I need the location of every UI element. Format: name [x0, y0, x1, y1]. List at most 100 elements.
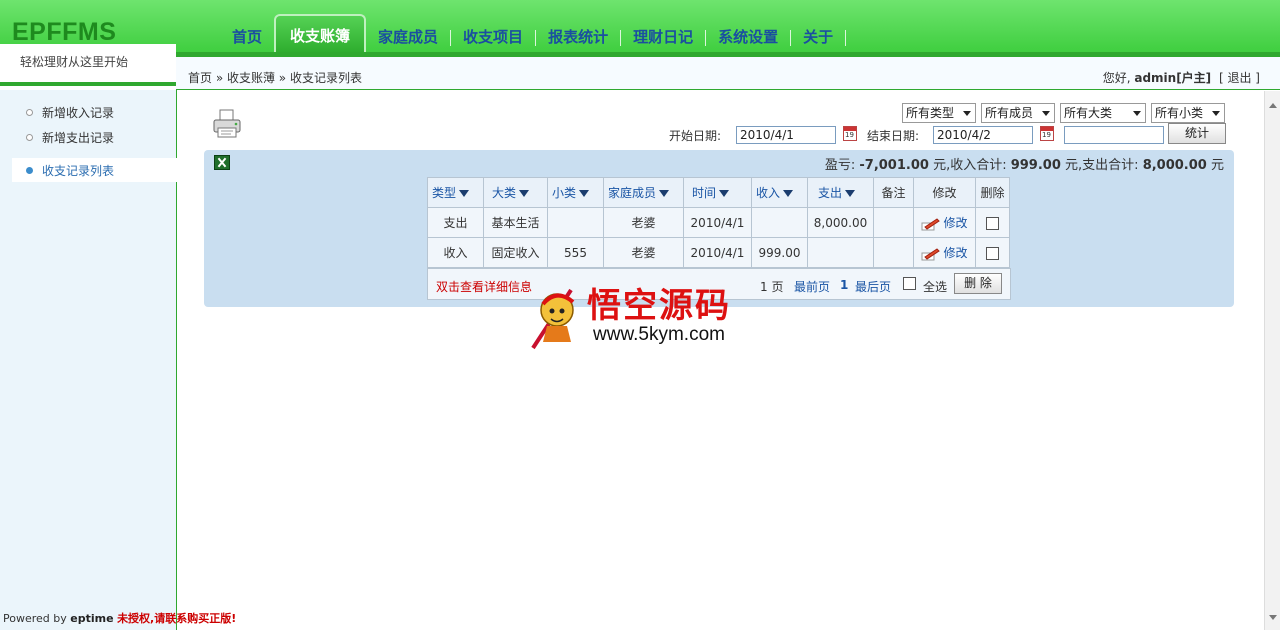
cell-subcategory	[547, 207, 604, 238]
sort-icon	[845, 190, 856, 197]
pager-last[interactable]: 最后页	[855, 278, 891, 295]
footer: Powered by eptime 未授权,请联系购买正版!	[3, 610, 236, 626]
greeting: 您好,	[1102, 71, 1131, 85]
cell-note	[873, 237, 914, 268]
pager-current[interactable]: 1	[840, 278, 848, 292]
calendar-icon-num: 19	[1042, 131, 1051, 139]
watermark-url: www.5kym.com	[593, 324, 725, 345]
sidebar-item-new-income[interactable]: 新增收入记录	[26, 104, 114, 121]
category-select[interactable]: 所有大类	[1060, 103, 1146, 123]
subcategory-select-value: 所有小类	[1155, 106, 1204, 120]
cell-edit: 修改	[913, 207, 976, 238]
keyword-input[interactable]	[1064, 126, 1164, 144]
profit-label: 盈亏:	[824, 158, 856, 173]
table-row[interactable]: 收入 固定收入 555 老婆 2010/4/1 999.00 修改	[427, 237, 1010, 268]
footer-warning: 未授权,请联系购买正版!	[117, 612, 237, 625]
member-select[interactable]: 所有成员	[981, 103, 1055, 123]
col-label: 家庭成员	[608, 186, 657, 200]
nav-reports[interactable]: 报表统计	[536, 18, 620, 56]
chevron-down-icon	[1133, 111, 1141, 116]
watermark-title: 悟空源码	[587, 286, 731, 326]
printer-icon[interactable]	[212, 108, 242, 140]
col-label: 大类	[492, 186, 517, 200]
sort-icon	[719, 190, 730, 197]
edit-link[interactable]: 修改	[921, 216, 968, 230]
nav-ledger[interactable]: 收支账簿	[274, 14, 367, 56]
cell-income: 999.00	[751, 237, 808, 268]
header: EPFFMS 首页 收支账簿 家庭成员 收支项目 报表统计 理财日记 系统设置 …	[0, 0, 1280, 56]
col-member[interactable]: 家庭成员	[603, 177, 684, 208]
breadcrumb: 首页 » 收支账薄 » 收支记录列表	[188, 71, 362, 85]
slogan: 轻松理财从这里开始	[20, 55, 129, 69]
sidebar-item-label: 新增收入记录	[42, 106, 115, 120]
col-label: 时间	[692, 186, 717, 200]
sort-icon	[519, 190, 530, 197]
username: admin[户主]	[1134, 71, 1212, 85]
edit-label: 修改	[943, 216, 968, 230]
footer-brand[interactable]: eptime	[70, 612, 113, 625]
col-label: 收入	[756, 186, 781, 200]
cell-category: 基本生活	[483, 207, 548, 238]
end-date-input[interactable]: 2010/4/2	[933, 126, 1033, 144]
edit-link[interactable]: 修改	[921, 246, 968, 260]
cell-date: 2010/4/1	[683, 237, 752, 268]
excel-export-icon[interactable]	[214, 155, 230, 170]
col-delete: 删除	[975, 177, 1010, 208]
edit-icon	[921, 217, 941, 230]
main-nav: 首页 收支账簿 家庭成员 收支项目 报表统计 理财日记 系统设置 关于	[220, 14, 847, 56]
category-select-value: 所有大类	[1064, 106, 1113, 120]
subcategory-select[interactable]: 所有小类	[1151, 103, 1225, 123]
col-label: 支出	[818, 186, 843, 200]
scroll-down-icon[interactable]	[1269, 615, 1277, 620]
sidebar: 新增收入记录 新增支出记录 收支记录列表	[0, 90, 177, 630]
row-checkbox[interactable]	[986, 246, 999, 260]
calendar-icon-num: 19	[845, 131, 854, 139]
col-subcategory[interactable]: 小类	[547, 177, 604, 208]
summary: 盈亏: -7,001.00 元,收入合计: 999.00 元,支出合计: 8,0…	[825, 154, 1224, 173]
scroll-up-icon[interactable]	[1269, 103, 1277, 108]
select-all-checkbox[interactable]	[903, 277, 916, 290]
calendar-icon[interactable]: 19	[1040, 126, 1054, 141]
type-select[interactable]: 所有类型	[902, 103, 976, 123]
nav-diary[interactable]: 理财日记	[621, 18, 705, 56]
col-income[interactable]: 收入	[751, 177, 808, 208]
col-label: 小类	[552, 186, 577, 200]
cell-edit: 修改	[913, 237, 976, 268]
col-category[interactable]: 大类	[483, 177, 548, 208]
sidebar-item-new-expense[interactable]: 新增支出记录	[26, 129, 114, 146]
delete-button[interactable]: 删 除	[954, 273, 1002, 294]
footer-powered: Powered by	[3, 612, 67, 625]
expense-label: 元,支出合计:	[1065, 158, 1139, 173]
col-date[interactable]: 时间	[683, 177, 752, 208]
sidebar-item-label: 新增支出记录	[42, 131, 115, 145]
nav-settings[interactable]: 系统设置	[706, 18, 790, 56]
logout-link[interactable]: [ 退出 ]	[1219, 71, 1260, 85]
sidebar-item-label: 收支记录列表	[42, 163, 115, 178]
table-row[interactable]: 支出 基本生活 老婆 2010/4/1 8,000.00 修改	[427, 207, 1010, 238]
pager-hint: 双击查看详细信息	[436, 280, 533, 294]
pager-page-count: 1 页	[760, 280, 784, 294]
nav-about[interactable]: 关于	[791, 18, 845, 56]
col-label: 类型	[432, 186, 457, 200]
profit-value: -7,001.00	[859, 158, 929, 173]
calendar-icon[interactable]: 19	[843, 126, 857, 141]
select-all-label: 全选	[923, 280, 948, 294]
sidebar-item-record-list[interactable]: 收支记录列表	[12, 158, 177, 182]
breadcrumb-bar: 首页 » 收支账薄 » 收支记录列表 您好, admin[户主] [ 退出 ]	[176, 52, 1280, 90]
row-checkbox[interactable]	[986, 216, 999, 230]
nav-home[interactable]: 首页	[220, 18, 274, 56]
col-expense[interactable]: 支出	[807, 177, 874, 208]
watermark: 悟空源码 www.5kym.com	[527, 276, 753, 354]
nav-items[interactable]: 收支项目	[451, 18, 535, 56]
vertical-scrollbar[interactable]	[1264, 91, 1280, 630]
app-logo: EPFFMS	[12, 18, 117, 46]
stat-button[interactable]: 统计	[1168, 123, 1226, 144]
pager-first[interactable]: 最前页	[794, 278, 830, 295]
cell-subcategory: 555	[547, 237, 604, 268]
start-date-input[interactable]: 2010/4/1	[736, 126, 836, 144]
col-type[interactable]: 类型	[427, 177, 484, 208]
edit-label: 修改	[943, 246, 968, 260]
nav-separator	[845, 30, 847, 46]
income-label: 元,收入合计:	[933, 158, 1007, 173]
nav-family[interactable]: 家庭成员	[366, 18, 450, 56]
